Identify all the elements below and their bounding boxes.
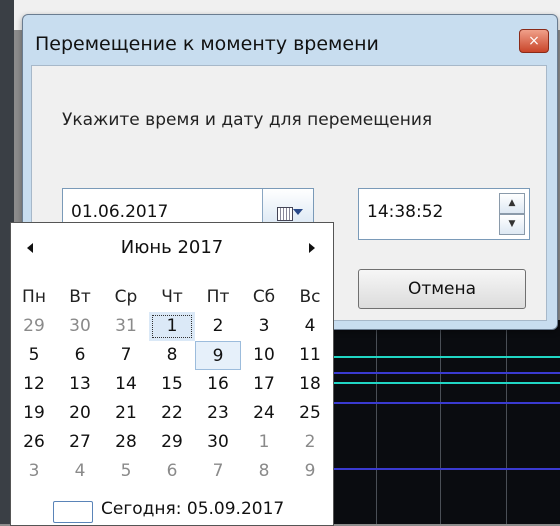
dialog-prompt: Укажите время и дату для перемещения bbox=[62, 110, 433, 130]
calendar-icon bbox=[277, 207, 293, 221]
calendar-day[interactable]: 27 bbox=[57, 428, 103, 457]
calendar-day[interactable]: 5 bbox=[11, 341, 57, 370]
timeline-track-cyan bbox=[320, 382, 560, 384]
calendar-day[interactable]: 15 bbox=[149, 370, 195, 399]
calendar-day[interactable]: 12 bbox=[11, 370, 57, 399]
timeline-track-blue bbox=[320, 468, 560, 470]
calendar-day[interactable]: 19 bbox=[11, 399, 57, 428]
timeline-area bbox=[320, 320, 560, 524]
calendar-day[interactable]: 25 bbox=[287, 399, 333, 428]
calendar-day[interactable]: 2 bbox=[287, 428, 333, 457]
calendar-day[interactable]: 21 bbox=[103, 399, 149, 428]
date-value: 01.06.2017 bbox=[71, 202, 169, 222]
dialog-title: Перемещение к моменту времени bbox=[35, 33, 379, 55]
calendar-day[interactable]: 3 bbox=[11, 457, 57, 486]
next-month-icon[interactable] bbox=[309, 243, 315, 253]
calendar-grid: Пн Вт Ср Чт Пт Сб Вс 29 30 31 1 2 3 4 5 6 7 8 9 10 11 12 13 14 1… bbox=[11, 283, 333, 486]
calendar-day[interactable]: 9 bbox=[195, 341, 241, 370]
calendar-day[interactable]: 29 bbox=[11, 312, 57, 341]
calendar-day[interactable]: 4 bbox=[287, 312, 333, 341]
calendar-week-row: 3456789 bbox=[11, 457, 333, 486]
time-field[interactable]: 14:38:52 ▲ ▼ bbox=[358, 188, 530, 240]
calendar-day[interactable]: 9 bbox=[287, 457, 333, 486]
calendar-day[interactable]: 22 bbox=[149, 399, 195, 428]
calendar-popup: Июнь 2017 Пн Вт Ср Чт Пт Сб Вс 29 30 31 1 2 3 4 5 6 7 8 9 1… bbox=[10, 222, 334, 526]
calendar-day[interactable]: 11 bbox=[287, 341, 333, 370]
weekday-header-row: Пн Вт Ср Чт Пт Сб Вс bbox=[11, 283, 333, 312]
timeline-gridline bbox=[440, 320, 441, 524]
calendar-week-row: 26 27 28 29 30 1 2 bbox=[11, 428, 333, 457]
time-value: 14:38:52 bbox=[367, 202, 444, 222]
calendar-day[interactable]: 8 bbox=[149, 341, 195, 370]
calendar-day[interactable]: 23 bbox=[195, 399, 241, 428]
calendar-day[interactable]: 4 bbox=[57, 457, 103, 486]
calendar-day[interactable]: 29 bbox=[149, 428, 195, 457]
calendar-day-selected[interactable]: 1 bbox=[149, 312, 195, 341]
calendar-day[interactable]: 14 bbox=[103, 370, 149, 399]
close-button[interactable]: × bbox=[519, 29, 549, 53]
calendar-day[interactable]: 18 bbox=[287, 370, 333, 399]
calendar-day[interactable]: 7 bbox=[195, 457, 241, 486]
time-spinner[interactable]: ▲ ▼ bbox=[499, 193, 525, 235]
calendar-day[interactable]: 24 bbox=[241, 399, 287, 428]
calendar-day[interactable]: 26 bbox=[11, 428, 57, 457]
timeline-track-blue bbox=[320, 372, 560, 374]
calendar-day[interactable]: 20 bbox=[57, 399, 103, 428]
calendar-day[interactable]: 30 bbox=[195, 428, 241, 457]
calendar-day[interactable]: 30 bbox=[57, 312, 103, 341]
calendar-week-row: 19 20 21 22 23 24 25 bbox=[11, 399, 333, 428]
calendar-day[interactable]: 6 bbox=[149, 457, 195, 486]
weekday-label: Сб bbox=[252, 287, 276, 307]
calendar-day[interactable]: 10 bbox=[241, 341, 287, 370]
calendar-day[interactable]: 13 bbox=[57, 370, 103, 399]
timeline-gridline bbox=[376, 320, 377, 524]
calendar-week-row: 5 6 7 8 9 10 11 bbox=[11, 341, 333, 370]
calendar-day[interactable]: 7 bbox=[103, 341, 149, 370]
calendar-week-row: 29 30 31 1 2 3 4 bbox=[11, 312, 333, 341]
calendar-day[interactable]: 6 bbox=[57, 341, 103, 370]
spin-up-button[interactable]: ▲ bbox=[499, 193, 525, 214]
calendar-day[interactable]: 2 bbox=[195, 312, 241, 341]
weekday-label: Пн bbox=[22, 287, 46, 307]
calendar-day[interactable]: 28 bbox=[103, 428, 149, 457]
timeline-track-cyan bbox=[320, 356, 560, 358]
chevron-down-icon bbox=[293, 209, 303, 215]
calendar-day[interactable]: 17 bbox=[241, 370, 287, 399]
weekday-label: Чт bbox=[161, 287, 183, 307]
timeline-track-blue bbox=[320, 402, 560, 404]
weekday-label: Ср bbox=[114, 287, 138, 307]
today-label: Сегодня: 05.09.2017 bbox=[101, 499, 285, 519]
calendar-day[interactable]: 8 bbox=[241, 457, 287, 486]
today-marker-icon bbox=[53, 501, 93, 523]
weekday-label: Вс bbox=[299, 287, 321, 307]
calendar-day[interactable]: 3 bbox=[241, 312, 287, 341]
weekday-label: Пт bbox=[206, 287, 230, 307]
cancel-button[interactable]: Отмена bbox=[358, 269, 526, 309]
calendar-day[interactable]: 1 bbox=[241, 428, 287, 457]
calendar-week-row: 12131415161718 bbox=[11, 370, 333, 399]
timeline-gridline bbox=[506, 320, 507, 524]
calendar-month-label[interactable]: Июнь 2017 bbox=[11, 237, 333, 258]
spin-down-button[interactable]: ▼ bbox=[499, 214, 525, 235]
calendar-day[interactable]: 5 bbox=[103, 457, 149, 486]
calendar-day[interactable]: 31 bbox=[103, 312, 149, 341]
weekday-label: Вт bbox=[69, 287, 91, 307]
